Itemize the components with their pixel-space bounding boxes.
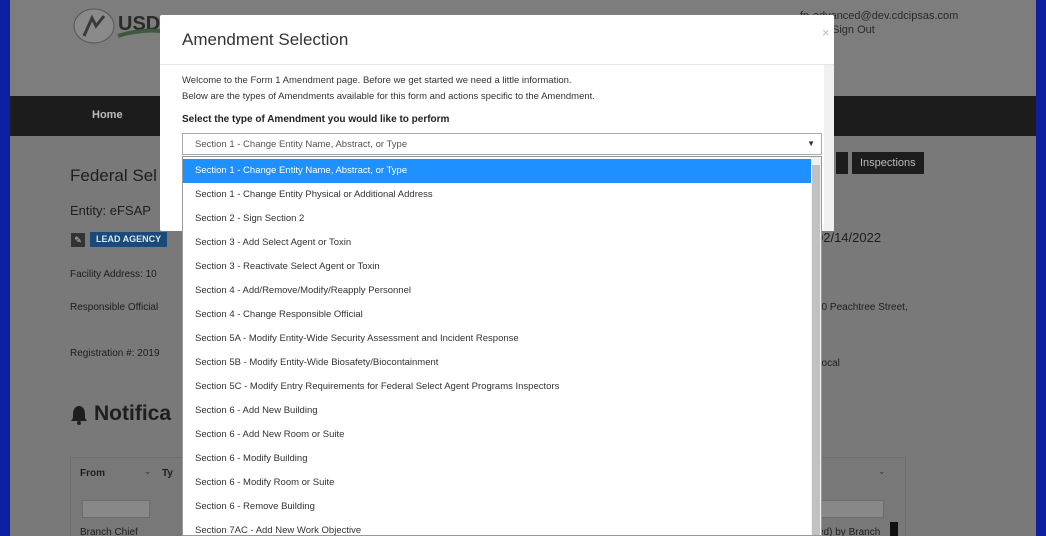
registration-number-label: Registration #: 2019 [70, 348, 160, 359]
select-current-value: Section 1 - Change Entity Name, Abstract… [195, 139, 408, 150]
dropdown-option[interactable]: Section 4 - Change Responsible Official [183, 303, 811, 327]
registration-date: 02/14/2022 [816, 230, 882, 245]
table-cell: Branch Chief [80, 527, 138, 536]
responsible-official-label: Responsible Official [70, 302, 159, 313]
caret-down-icon: ▼ [807, 139, 815, 148]
table-scrollbar[interactable] [890, 522, 898, 536]
entity-label: Entity: eFSAP [70, 203, 151, 218]
signout-link[interactable]: Sign Out [832, 24, 875, 36]
amendment-type-select[interactable]: Section 1 - Change Entity Name, Abstract… [182, 133, 822, 155]
dropdown-option[interactable]: Section 5C - Modify Entry Requirements f… [183, 375, 811, 399]
dropdown-option[interactable]: Section 3 - Reactivate Select Agent or T… [183, 255, 811, 279]
chevron-down-icon[interactable]: ⌄ [144, 466, 152, 477]
dropdown-option[interactable]: Section 4 - Add/Remove/Modify/Reapply Pe… [183, 279, 811, 303]
dropdown-option[interactable]: Section 2 - Sign Section 2 [183, 207, 811, 231]
browser-viewport: USDA fp-advanced@dev.cdcipsas.com Sign O… [10, 0, 1036, 536]
pencil-icon[interactable]: ✎ [71, 233, 85, 247]
dropdown-option[interactable]: Section 1 - Change Entity Name, Abstract… [183, 159, 811, 183]
column-filter-input[interactable] [816, 500, 884, 518]
dropdown-option[interactable]: Section 1 - Change Entity Physical or Ad… [183, 183, 811, 207]
modal-intro-text: Below are the types of Amendments availa… [182, 91, 595, 102]
column-header-type[interactable]: Ty [162, 468, 173, 479]
lead-agency-badge: LEAD AGENCY [90, 232, 168, 247]
dropdown-option[interactable]: Section 6 - Modify Room or Suite [183, 471, 811, 495]
modal-title: Amendment Selection [182, 30, 349, 49]
column-filter-input[interactable] [82, 500, 150, 518]
dropdown-scrollbar-thumb[interactable] [812, 165, 820, 535]
table-cell: ed) by Branch [818, 527, 881, 536]
dropdown-option[interactable]: Section 5A - Modify Entity-Wide Security… [183, 327, 811, 351]
dropdown-option[interactable]: Section 6 - Add New Room or Suite [183, 423, 811, 447]
usda-logo: USDA [72, 8, 175, 44]
dropdown-option[interactable]: Section 7AC - Add New Work Objective [183, 519, 811, 535]
notifications-heading-text: Notifica [94, 402, 172, 425]
facility-address-label: Facility Address: 10 [70, 269, 157, 280]
modal-scrollbar[interactable] [824, 65, 834, 231]
dropdown-option[interactable]: Section 6 - Remove Building [183, 495, 811, 519]
page-title: Federal Sel [70, 166, 157, 185]
divider [160, 64, 834, 65]
chevron-down-icon[interactable]: ⌄ [878, 466, 886, 477]
close-icon[interactable]: × [822, 25, 830, 40]
address-value: 00 Peachtree Street, [816, 302, 908, 313]
nav-home-link[interactable]: Home [92, 109, 123, 121]
modal-intro-text: Welcome to the Form 1 Amendment page. Be… [182, 75, 572, 86]
column-header-from[interactable]: From [80, 468, 105, 479]
select-label: Select the type of Amendment you would l… [182, 114, 450, 125]
dropdown-option[interactable]: Section 6 - Add New Building [183, 399, 811, 423]
dropdown-option[interactable]: Section 3 - Add Select Agent or Toxin [183, 231, 811, 255]
bell-icon [71, 406, 87, 425]
toolbar-button[interactable] [836, 152, 848, 174]
amendment-options-list: Section 7AC - Add New Work Objective Sect… [182, 156, 822, 536]
dropdown-option[interactable]: Section 6 - Modify Building [183, 447, 811, 471]
inspections-button[interactable]: Inspections [852, 152, 924, 174]
dropdown-option[interactable]: Section 5B - Modify Entity-Wide Biosafet… [183, 351, 811, 375]
